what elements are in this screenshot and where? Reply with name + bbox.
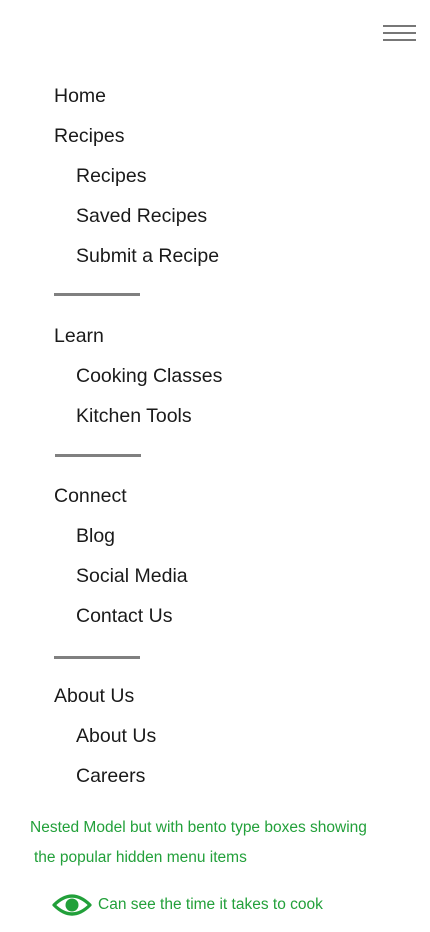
nav-section-connect[interactable]: Connect (54, 484, 127, 508)
nav-subitem-recipes[interactable]: Recipes (76, 164, 146, 188)
nav-subitem-social-media[interactable]: Social Media (76, 564, 188, 588)
hamburger-menu-icon[interactable] (383, 25, 416, 43)
nav-subitem-blog[interactable]: Blog (76, 524, 115, 548)
nav-subitem-kitchen-tools[interactable]: Kitchen Tools (76, 404, 192, 428)
section-divider (55, 454, 141, 457)
hamburger-line (383, 39, 416, 41)
section-divider (54, 656, 140, 659)
nav-item-home[interactable]: Home (54, 84, 106, 108)
nav-section-learn[interactable]: Learn (54, 324, 104, 348)
nav-subitem-saved-recipes[interactable]: Saved Recipes (76, 204, 207, 228)
nav-subitem-about-us[interactable]: About Us (76, 724, 156, 748)
section-divider (54, 293, 140, 296)
eye-icon (52, 894, 92, 916)
nav-subitem-cooking-classes[interactable]: Cooking Classes (76, 364, 222, 388)
annotation-eye-note: Can see the time it takes to cook (98, 896, 323, 913)
annotation-note-line1: Nested Model but with bento type boxes s… (30, 819, 367, 836)
nav-subitem-contact-us[interactable]: Contact Us (76, 604, 172, 628)
hamburger-line (383, 25, 416, 27)
nav-section-recipes[interactable]: Recipes (54, 124, 124, 148)
hamburger-line (383, 32, 416, 34)
nav-subitem-careers[interactable]: Careers (76, 764, 145, 788)
nav-section-about-us[interactable]: About Us (54, 684, 134, 708)
nav-subitem-submit-recipe[interactable]: Submit a Recipe (76, 244, 219, 268)
annotation-note-line2: the popular hidden menu items (34, 849, 247, 866)
